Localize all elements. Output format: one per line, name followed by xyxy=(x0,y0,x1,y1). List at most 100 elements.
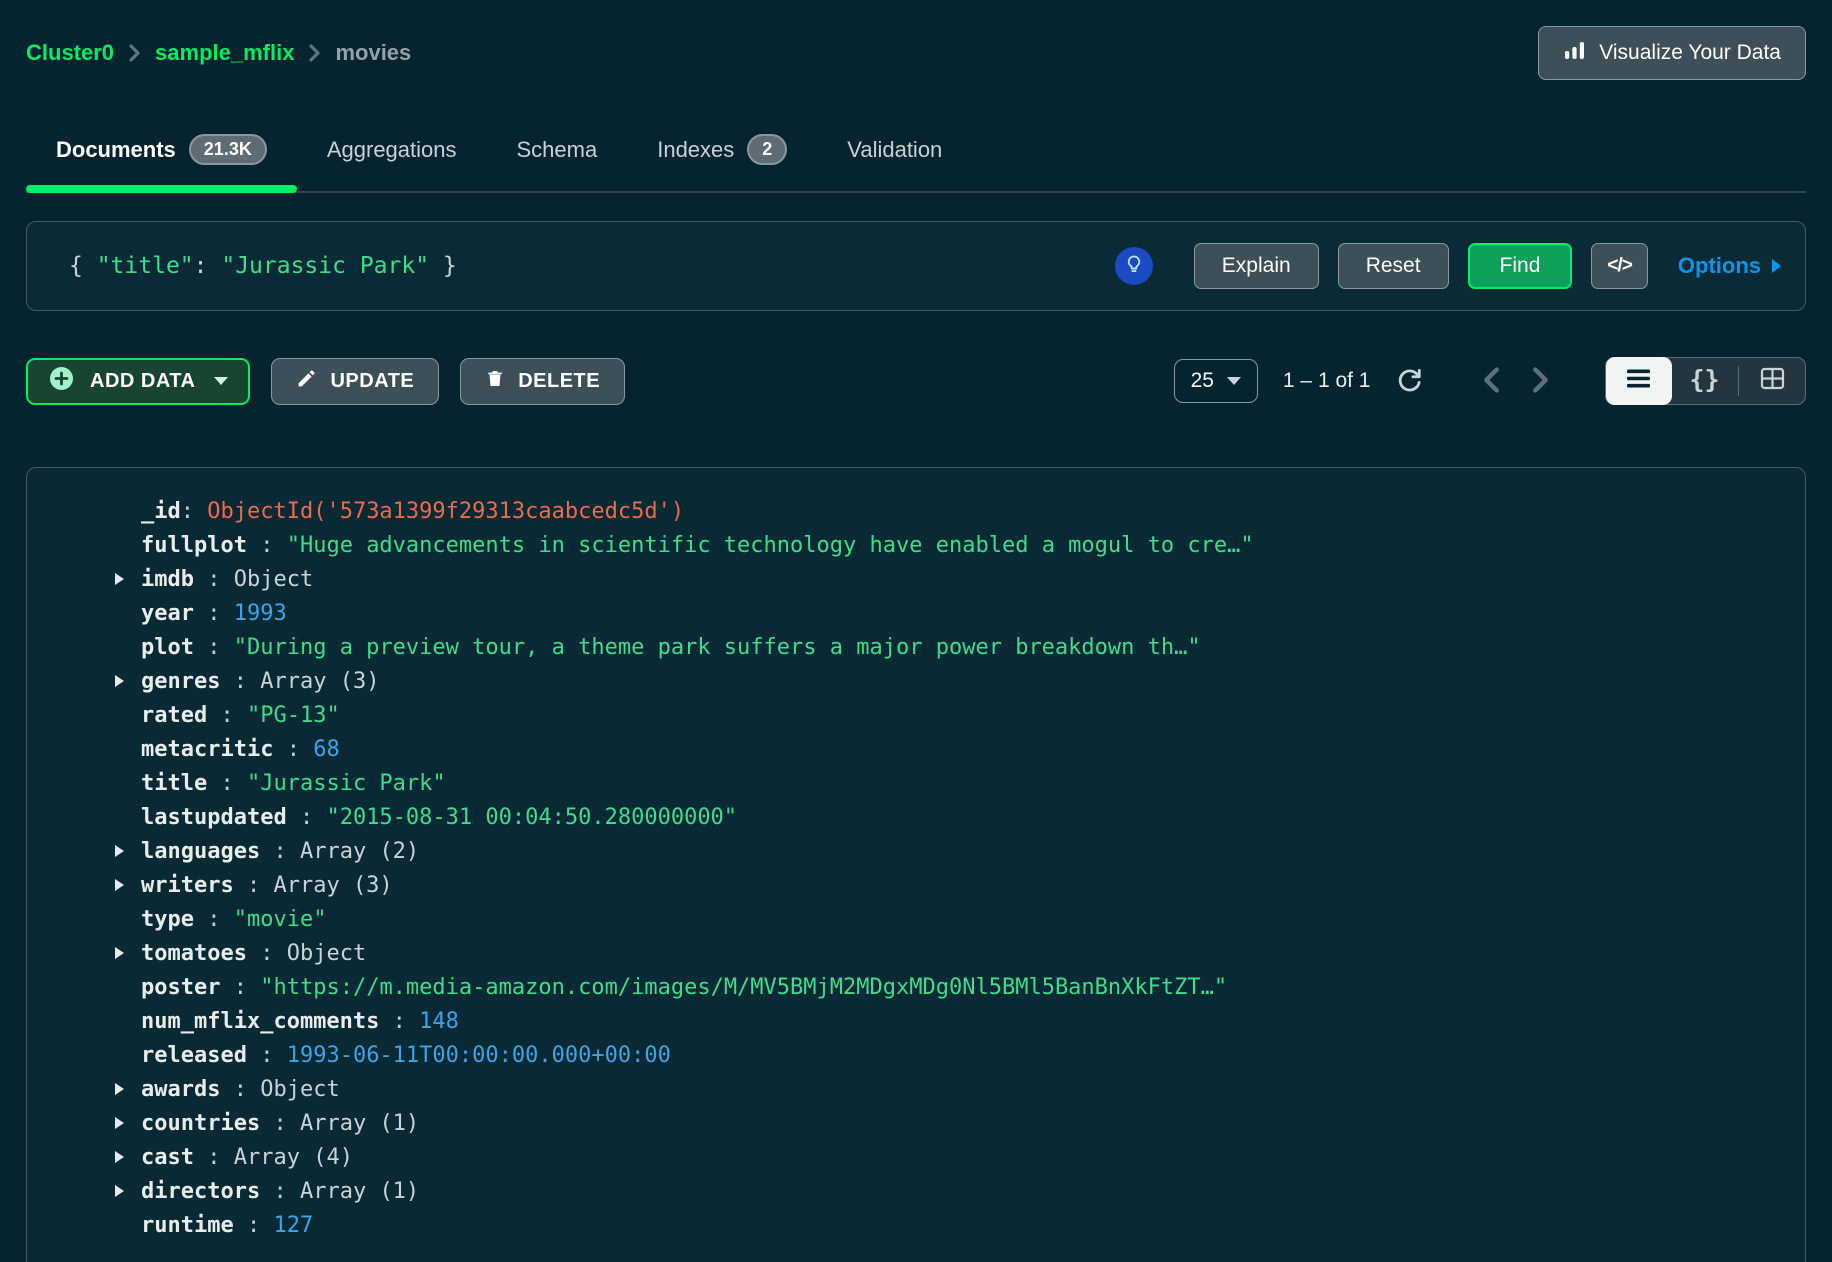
field-key: type xyxy=(141,907,194,932)
export-to-language-button[interactable]: </> xyxy=(1591,243,1647,289)
document-field-row: num_mflix_comments : 148 xyxy=(115,1004,1785,1038)
document-field-row: tomatoes : Object xyxy=(115,936,1785,970)
document-field-row: title : "Jurassic Park" xyxy=(115,766,1785,800)
field-separator: : xyxy=(247,941,287,966)
field-key: genres xyxy=(141,669,220,694)
field-key: awards xyxy=(141,1077,220,1102)
reset-button[interactable]: Reset xyxy=(1338,243,1449,289)
document-field-row: countries : Array (1) xyxy=(115,1106,1785,1140)
document-field-row: released : 1993-06-11T00:00:00.000+00:00 xyxy=(115,1038,1785,1072)
field-separator: : xyxy=(260,1179,300,1204)
top-bar: Cluster0 sample_mflix movies xyxy=(26,0,1806,80)
tab[interactable]: Validation xyxy=(817,116,972,191)
add-data-button[interactable]: ADD DATA xyxy=(26,358,250,405)
expand-field-caret-icon[interactable] xyxy=(115,1083,141,1095)
field-separator: : xyxy=(207,771,247,796)
query-options-toggle[interactable]: Options xyxy=(1678,253,1781,279)
pagination-controls: 25 1 – 1 of 1 xyxy=(1174,357,1806,405)
visualize-your-data-button[interactable]: Visualize Your Data xyxy=(1538,26,1806,80)
query-input[interactable]: { "title": "Jurassic Park" } xyxy=(69,253,1115,279)
json-view-button[interactable]: {} xyxy=(1672,357,1738,405)
trash-icon xyxy=(485,368,505,395)
field-key: rated xyxy=(141,703,207,728)
expand-field-caret-icon[interactable] xyxy=(115,1185,141,1197)
delete-label: DELETE xyxy=(518,370,600,393)
chevron-right-icon xyxy=(128,43,141,63)
field-separator: : xyxy=(181,499,208,524)
table-view-button[interactable] xyxy=(1739,357,1805,405)
field-separator: : xyxy=(194,635,234,660)
list-view-button[interactable] xyxy=(1606,357,1672,405)
field-key: imdb xyxy=(141,567,194,592)
tab-count-badge: 21.3K xyxy=(189,134,267,165)
delete-button[interactable]: DELETE xyxy=(460,358,625,405)
field-separator: : xyxy=(379,1009,419,1034)
field-key: cast xyxy=(141,1145,194,1170)
field-key: runtime xyxy=(141,1213,234,1238)
document-field-row: rated : "PG-13" xyxy=(115,698,1785,732)
field-value: "Huge advancements in scientific technol… xyxy=(287,533,1254,558)
field-separator: : xyxy=(260,1111,300,1136)
field-value: ObjectId('573a1399f29313caabcedc5d') xyxy=(207,499,684,524)
document-field-row: poster : "https://m.media-amazon.com/ima… xyxy=(115,970,1785,1004)
breadcrumb-link[interactable]: Cluster0 xyxy=(26,40,114,66)
field-key: countries xyxy=(141,1111,260,1136)
field-value: Array (2) xyxy=(300,839,419,864)
bar-chart-icon xyxy=(1563,39,1586,68)
document-field-row: fullplot : "Huge advancements in scienti… xyxy=(115,528,1785,562)
field-value: "During a preview tour, a theme park suf… xyxy=(234,635,1201,660)
expand-field-caret-icon[interactable] xyxy=(115,1117,141,1129)
tab[interactable]: Schema xyxy=(487,116,628,191)
expand-field-caret-icon[interactable] xyxy=(115,573,141,585)
chevron-right-icon xyxy=(308,43,321,63)
field-separator: : xyxy=(234,873,274,898)
document-field-row: type : "movie" xyxy=(115,902,1785,936)
field-separator: : xyxy=(194,601,234,626)
pencil-icon xyxy=(296,368,317,395)
field-separator: : xyxy=(220,975,260,1000)
field-value: 1993 xyxy=(234,601,287,626)
expand-field-caret-icon[interactable] xyxy=(115,675,141,687)
breadcrumb-link[interactable]: sample_mflix xyxy=(155,40,294,66)
refresh-button[interactable] xyxy=(1395,366,1423,397)
field-value: Array (4) xyxy=(234,1145,353,1170)
page-size-select[interactable]: 25 xyxy=(1174,359,1258,403)
field-value: 68 xyxy=(313,737,340,762)
breadcrumb-link[interactable]: movies xyxy=(335,40,411,66)
field-key: directors xyxy=(141,1179,260,1204)
update-button[interactable]: UPDATE xyxy=(271,358,439,405)
field-value: "https://m.media-amazon.com/images/M/MV5… xyxy=(260,975,1227,1000)
expand-field-caret-icon[interactable] xyxy=(115,879,141,891)
prev-page-button[interactable] xyxy=(1483,367,1500,396)
curly-braces-icon: {} xyxy=(1689,365,1719,397)
field-key: tomatoes xyxy=(141,941,247,966)
tab[interactable]: Aggregations xyxy=(297,116,487,191)
expand-field-caret-icon[interactable] xyxy=(115,845,141,857)
expand-field-caret-icon[interactable] xyxy=(115,947,141,959)
field-key: plot xyxy=(141,635,194,660)
field-value: Array (3) xyxy=(260,669,379,694)
expand-field-caret-icon[interactable] xyxy=(115,1151,141,1163)
explain-button[interactable]: Explain xyxy=(1194,243,1319,289)
field-value: Array (1) xyxy=(300,1111,419,1136)
tab[interactable]: Documents 21.3K xyxy=(26,116,297,191)
field-separator: : xyxy=(220,1077,260,1102)
field-separator: : xyxy=(234,1213,274,1238)
field-separator: : xyxy=(247,1043,287,1068)
table-view-icon xyxy=(1760,367,1785,395)
caret-down-icon xyxy=(1227,377,1241,385)
next-page-button[interactable] xyxy=(1532,367,1549,396)
field-separator: : xyxy=(220,669,260,694)
documents-page: Cluster0 sample_mflix movies xyxy=(0,0,1832,1262)
find-button[interactable]: Find xyxy=(1468,243,1573,289)
query-hint-button[interactable] xyxy=(1115,247,1153,285)
field-separator: : xyxy=(287,805,327,830)
collection-tabs: Documents 21.3K Aggregations Schema Inde… xyxy=(26,116,1806,193)
field-separator: : xyxy=(207,703,247,728)
caret-down-icon xyxy=(214,377,228,385)
tab[interactable]: Indexes 2 xyxy=(627,116,817,191)
update-label: UPDATE xyxy=(330,370,414,393)
breadcrumb-item: Cluster0 xyxy=(26,40,155,66)
field-value: "PG-13" xyxy=(247,703,340,728)
options-label: Options xyxy=(1678,253,1761,279)
